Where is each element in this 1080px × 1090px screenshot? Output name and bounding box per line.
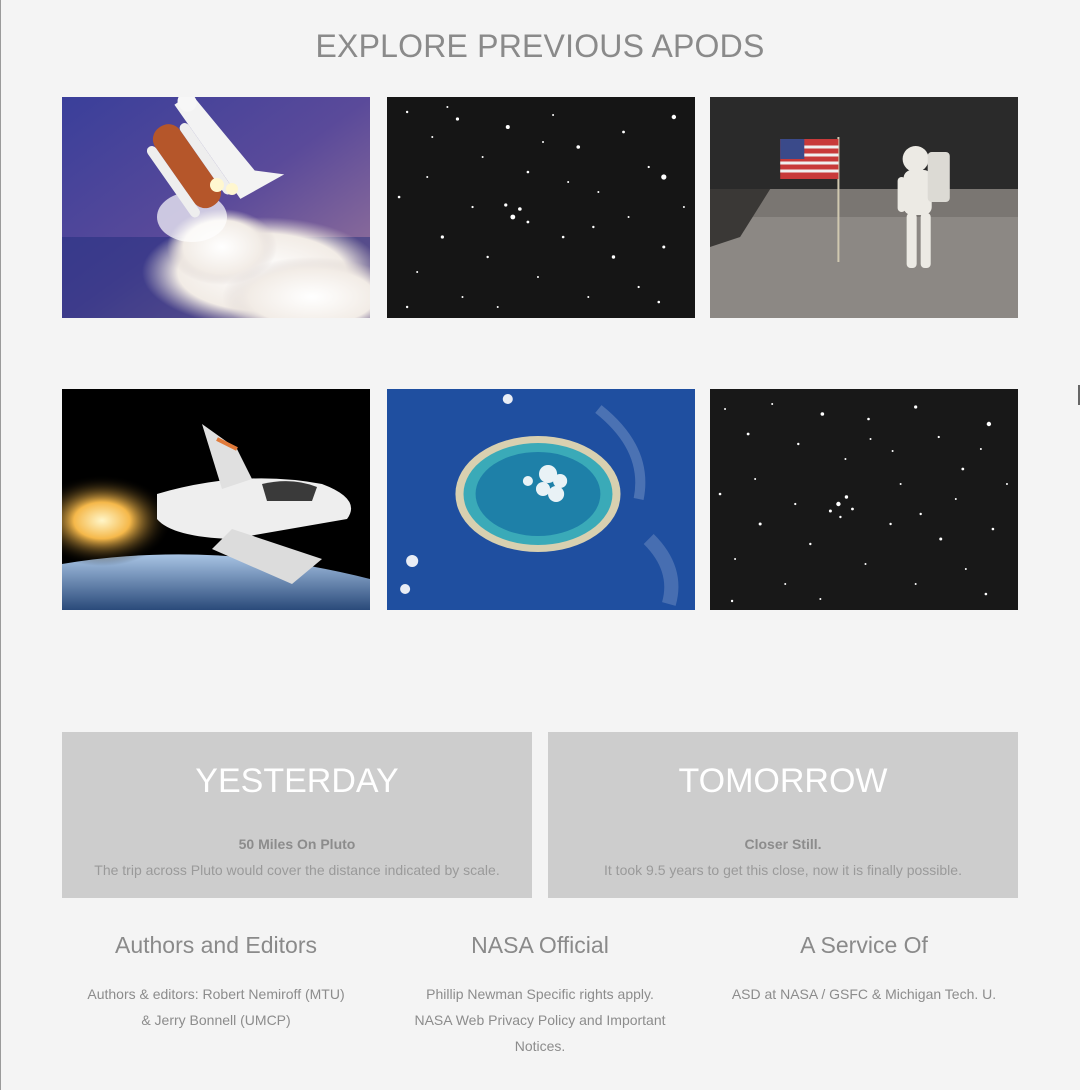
footer-authors: Authors and Editors Authors & editors: R… <box>56 932 376 1033</box>
apod-thumbnail-star-cluster[interactable] <box>710 389 1018 610</box>
astronaut-flag-moon-image <box>710 97 1018 318</box>
star-cluster-image <box>710 389 1018 610</box>
page-left-border <box>0 0 1 1090</box>
apod-thumbnail-moon-landing[interactable] <box>710 97 1018 318</box>
footer-nasa-heading: NASA Official <box>471 932 609 958</box>
footer-nasa-line1: Phillip Newman Specific rights apply. <box>426 986 654 1002</box>
footer-nasa-line2[interactable]: NASA Web Privacy Policy and Important <box>380 1007 700 1033</box>
tomorrow-card[interactable]: TOMORROW Closer Still. It took 9.5 years… <box>548 732 1018 898</box>
spaceplane-over-earth-image <box>62 389 370 610</box>
atoll-from-orbit-image <box>387 389 695 610</box>
yesterday-card[interactable]: YESTERDAY 50 Miles On Pluto The trip acr… <box>62 732 532 898</box>
footer-authors-heading: Authors and Editors <box>114 932 317 958</box>
footer-authors-line1: Authors & editors: Robert Nemiroff (MTU) <box>87 986 345 1002</box>
apod-thumbnail-shuttle-launch[interactable] <box>62 97 370 318</box>
apod-thumbnail-atoll[interactable] <box>387 389 695 610</box>
section-title: EXPLORE PREVIOUS APODS <box>315 28 765 64</box>
footer-authors-line2: & Jerry Bonnell (UMCP) <box>141 1012 291 1028</box>
footer-service-line1: ASD at NASA / GSFC & Michigan Tech. U. <box>731 986 997 1002</box>
yesterday-description: The trip across Pluto would cover the di… <box>94 862 500 878</box>
yesterday-title: YESTERDAY <box>195 762 399 800</box>
footer-service: A Service Of ASD at NASA / GSFC & Michig… <box>704 932 1024 1007</box>
apod-thumbnail-star-field[interactable] <box>387 97 695 318</box>
star-field-image <box>387 97 695 318</box>
apod-thumbnail-spaceplane[interactable] <box>62 389 370 610</box>
footer-nasa-line3[interactable]: Notices. <box>380 1033 700 1059</box>
footer-service-heading: A Service Of <box>800 932 928 958</box>
shuttle-launch-image <box>62 97 370 318</box>
footer-nasa-official: NASA Official Phillip Newman Specific ri… <box>380 932 700 1059</box>
tomorrow-title: TOMORROW <box>678 762 888 800</box>
yesterday-subtitle: 50 Miles On Pluto <box>238 836 356 852</box>
tomorrow-description: It took 9.5 years to get this close, now… <box>604 862 962 878</box>
tomorrow-subtitle: Closer Still. <box>744 836 822 852</box>
